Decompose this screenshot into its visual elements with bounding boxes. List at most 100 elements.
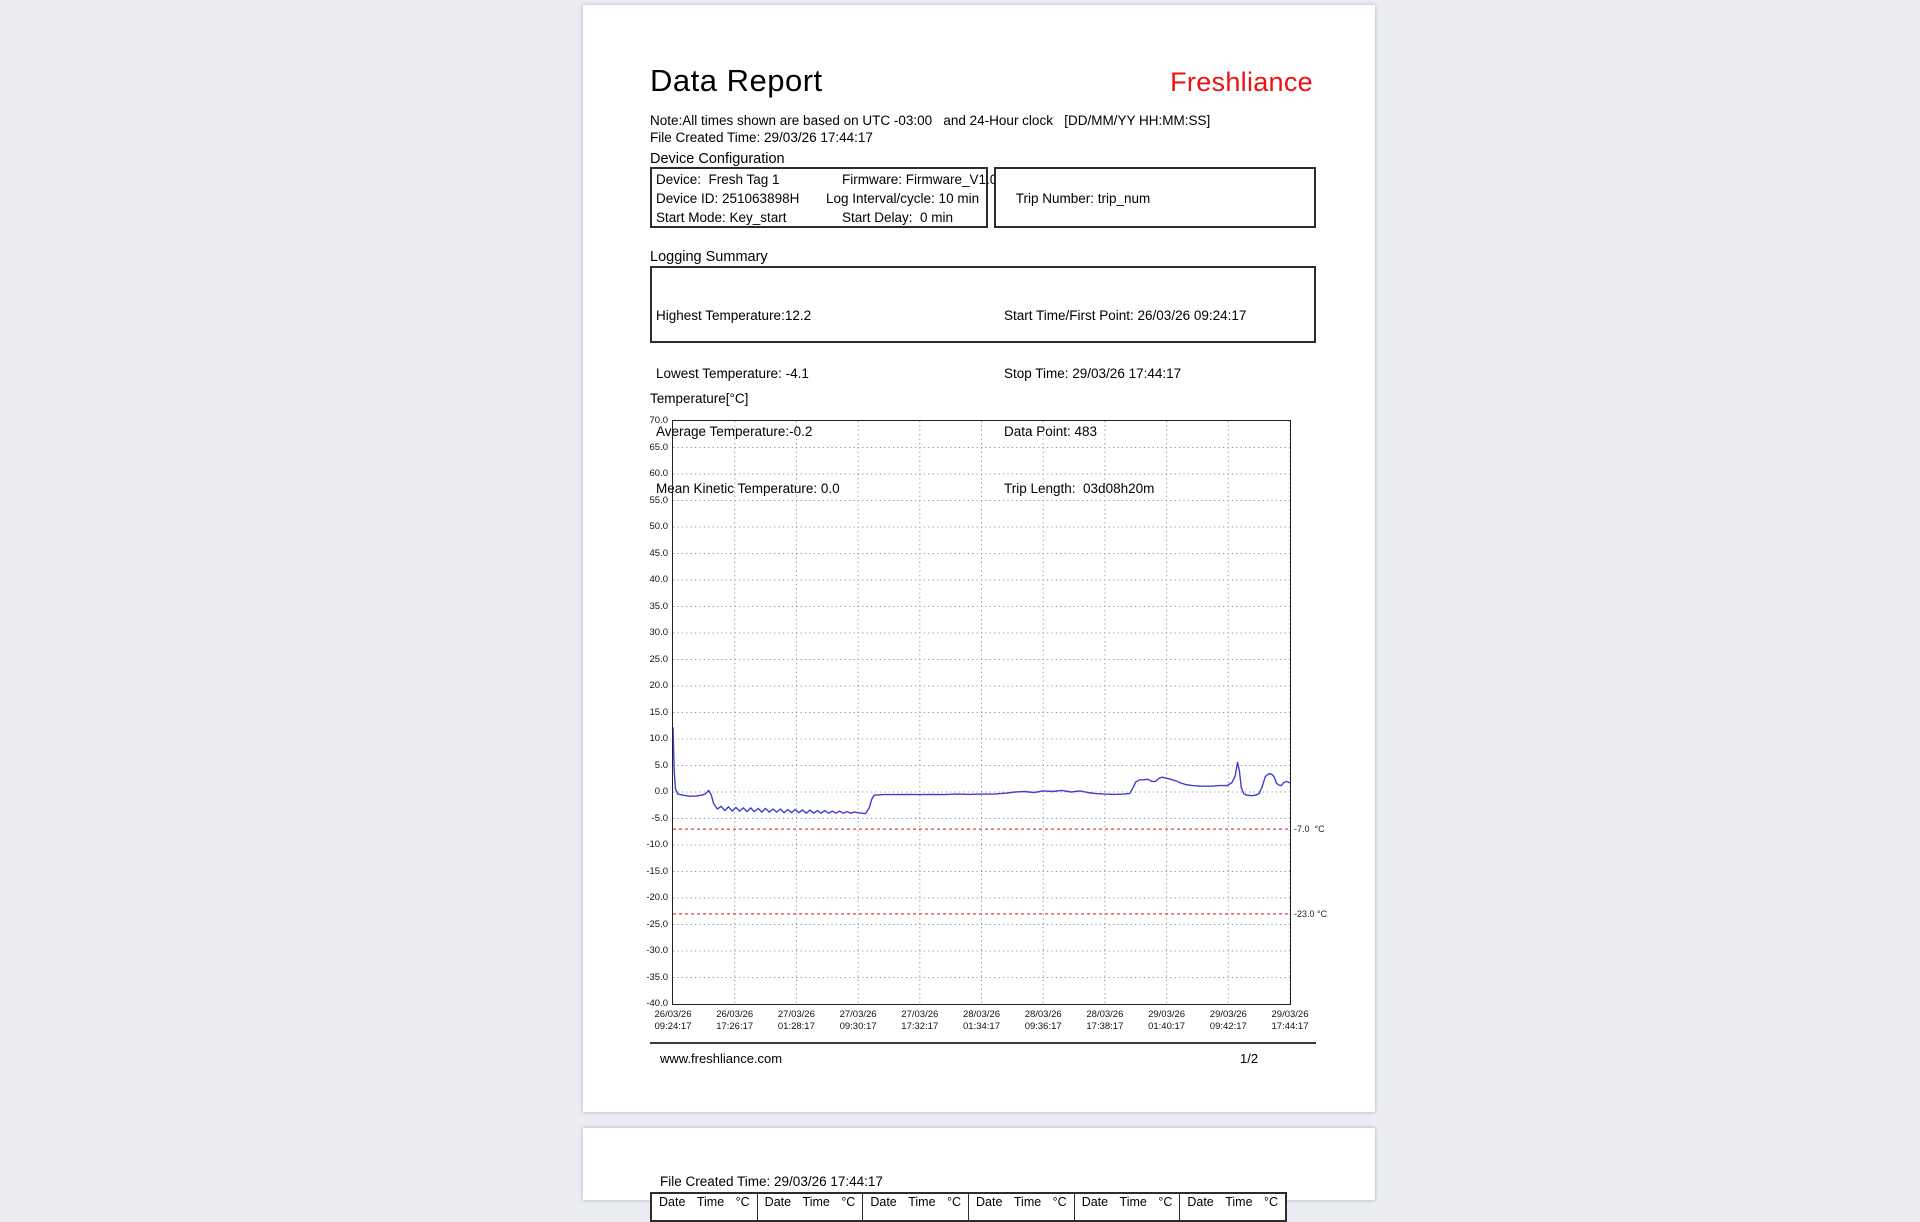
logging-summary-box: Highest Temperature:12.2 Lowest Temperat… <box>650 266 1316 496</box>
y-axis-tick-label: -5.0 <box>651 812 668 824</box>
x-axis-date-label: 26/03/26 <box>716 1009 754 1020</box>
report-page-1: Data Report Freshliance Note:All times s… <box>583 5 1375 1112</box>
x-axis-time-label: 09:36:17 <box>1024 1020 1062 1032</box>
temp-column-label: °C <box>946 1195 962 1209</box>
date-column-label: Date <box>976 1195 1003 1209</box>
x-axis-date-label: 29/03/26 <box>1148 1009 1186 1020</box>
table-header-cell: Date Time °C <box>1180 1194 1285 1220</box>
temp-column-label: °C <box>735 1195 750 1209</box>
x-axis-time-label: 17:38:17 <box>1086 1020 1124 1032</box>
y-axis-tick-label: 0.0 <box>654 786 668 797</box>
x-axis-time-label: 17:32:17 <box>901 1020 939 1032</box>
x-axis-date-label: 28/03/26 <box>1024 1009 1062 1020</box>
temp-column-label: °C <box>1052 1195 1067 1209</box>
time-column-label: Time <box>1013 1195 1042 1209</box>
date-column-label: Date <box>659 1195 686 1209</box>
x-axis-tick-label: 27/03/26 17:32:17 <box>889 1009 951 1032</box>
temperature-chart: 70.0 65.0 60.0 55.0 50.0 45.0 40.0 35.0 30.0 25.0… <box>646 416 1327 1032</box>
x-axis-time-label: 09:30:17 <box>839 1020 877 1032</box>
temperature-line <box>673 727 1290 815</box>
x-axis-tick-label: 29/03/26 17:44:17 <box>1259 1009 1321 1032</box>
y-axis-tick-label: 5.0 <box>654 759 668 771</box>
threshold-value-label: -23.0 °C <box>1294 908 1328 919</box>
chart-title: Temperature[°C] <box>650 391 749 406</box>
x-axis-time-label: 01:40:17 <box>1148 1020 1186 1032</box>
x-axis-tick-label: 28/03/26 17:38:17 <box>1074 1009 1136 1032</box>
time-column-label: Time <box>908 1195 936 1209</box>
y-axis-tick-label: 60.0 <box>649 468 669 479</box>
x-axis-tick-label: 26/03/26 09:24:17 <box>642 1009 704 1032</box>
trip-number-label: Trip Number: trip_num <box>1015 191 1151 206</box>
y-axis-tick-label: 15.0 <box>649 706 669 718</box>
x-axis-time-label: 17:44:17 <box>1271 1020 1309 1032</box>
temperature-plot-area <box>673 421 1290 1004</box>
firmware-label: Firmware: Firmware_V1.0 <box>842 172 998 187</box>
x-axis-time-label: 01:34:17 <box>963 1020 1000 1032</box>
x-axis-tick-label: 26/03/26 17:26:17 <box>704 1009 766 1032</box>
date-column-label: Date <box>870 1195 897 1209</box>
y-axis-tick-label: -35.0 <box>646 971 668 983</box>
threshold-value-label: -7.0 °C <box>1294 824 1325 835</box>
table-header-cell: Date Time °C <box>758 1194 864 1220</box>
time-column-label: Time <box>696 1195 725 1209</box>
time-column-label: Time <box>802 1195 830 1209</box>
brand-logo-text: Freshliance <box>1170 67 1313 97</box>
date-column-label: Date <box>1081 1195 1109 1209</box>
report-page-2: File Created Time: 29/03/26 17:44:17 Dat… <box>583 1128 1375 1222</box>
table-header-cell: Date Time °C <box>863 1194 970 1220</box>
temp-column-label: °C <box>1158 1195 1173 1209</box>
log-interval-label: Log Interval/cycle: 10 min <box>826 191 980 206</box>
device-config-heading: Device Configuration <box>650 151 785 167</box>
table-header-cell: Date Time °C <box>652 1194 758 1220</box>
x-axis-tick-label: 27/03/26 01:28:17 <box>765 1009 827 1032</box>
x-axis-date-label: 28/03/26 <box>963 1009 1000 1020</box>
y-axis-tick-label: -20.0 <box>646 892 668 903</box>
y-axis-tick-label: 65.0 <box>649 441 669 453</box>
timezone-note: Note:All times shown are based on UTC -0… <box>650 113 1211 128</box>
stop-time: Stop Time: 29/03/26 17:44:17 <box>1004 366 1182 382</box>
file-created-line: File Created Time: 29/03/26 17:44:17 <box>650 130 873 145</box>
start-time-first-point: Start Time/First Point: 26/03/26 09:24:1… <box>1004 308 1247 324</box>
y-axis-tick-label: 30.0 <box>649 627 669 638</box>
x-axis-date-label: 29/03/26 <box>1271 1009 1309 1020</box>
y-axis-tick-label: 35.0 <box>649 600 669 612</box>
y-axis-tick-label: 50.0 <box>649 521 669 532</box>
x-axis-date-label: 27/03/26 <box>839 1009 877 1020</box>
x-axis-tick-label: 28/03/26 09:36:17 <box>1012 1009 1074 1032</box>
table-header-cell: Date Time °C <box>969 1194 1075 1220</box>
y-axis-tick-label: -10.0 <box>646 839 668 850</box>
device-config-row: Start Mode: Key_start Start Delay: 0 min <box>656 208 982 227</box>
y-axis-tick-label: 70.0 <box>649 415 669 426</box>
device-id-label: Device ID: 251063898H <box>656 191 800 206</box>
footer-page-number: 1/2 <box>1240 1051 1259 1066</box>
date-column-label: Date <box>764 1195 792 1209</box>
date-column-label: Date <box>1187 1195 1214 1209</box>
footer-website-link[interactable]: www.freshliance.com <box>660 1051 782 1066</box>
y-axis-tick-label: -25.0 <box>646 918 668 930</box>
data-table-header: Date Time °C Date Time °C Date Time °C Date Time °C… <box>650 1192 1287 1222</box>
page-title: Data Report <box>650 63 823 98</box>
lowest-temperature: Lowest Temperature: -4.1 <box>656 366 809 382</box>
x-axis-time-label: 09:42:17 <box>1209 1020 1247 1032</box>
pdf-viewer-canvas: { "doc": { "title": "Data Report", "bran… <box>0 0 1920 1222</box>
table-header-cell: Date Time °C <box>1075 1194 1181 1220</box>
x-axis-tick-label: 29/03/26 01:40:17 <box>1136 1009 1198 1032</box>
highest-temperature: Highest Temperature:12.2 <box>656 308 812 324</box>
logging-summary-heading: Logging Summary <box>650 249 768 265</box>
temp-column-label: °C <box>841 1195 856 1209</box>
y-axis-tick-label: 40.0 <box>649 574 669 585</box>
y-axis-tick-label: 45.0 <box>649 547 669 559</box>
x-axis-tick-label: 27/03/26 09:30:17 <box>827 1009 889 1032</box>
y-axis-tick-label: -40.0 <box>646 998 668 1009</box>
x-axis-tick-label: 29/03/26 09:42:17 <box>1197 1009 1259 1032</box>
x-axis-date-label: 26/03/26 <box>654 1009 692 1020</box>
trip-number-box: Trip Number: trip_num <box>994 167 1316 228</box>
y-axis-tick-label: 20.0 <box>649 680 669 691</box>
time-column-label: Time <box>1225 1195 1253 1209</box>
device-config-box: Device: Fresh Tag 1 Firmware: Firmware_V… <box>650 167 997 228</box>
x-axis-time-label: 01:28:17 <box>777 1020 815 1032</box>
x-axis-date-label: 29/03/26 <box>1209 1009 1247 1020</box>
x-axis-date-label: 27/03/26 <box>901 1009 939 1020</box>
device-config-row: Device: Fresh Tag 1 Firmware: Firmware_V… <box>656 170 997 189</box>
x-axis-date-label: 27/03/26 <box>777 1009 815 1020</box>
